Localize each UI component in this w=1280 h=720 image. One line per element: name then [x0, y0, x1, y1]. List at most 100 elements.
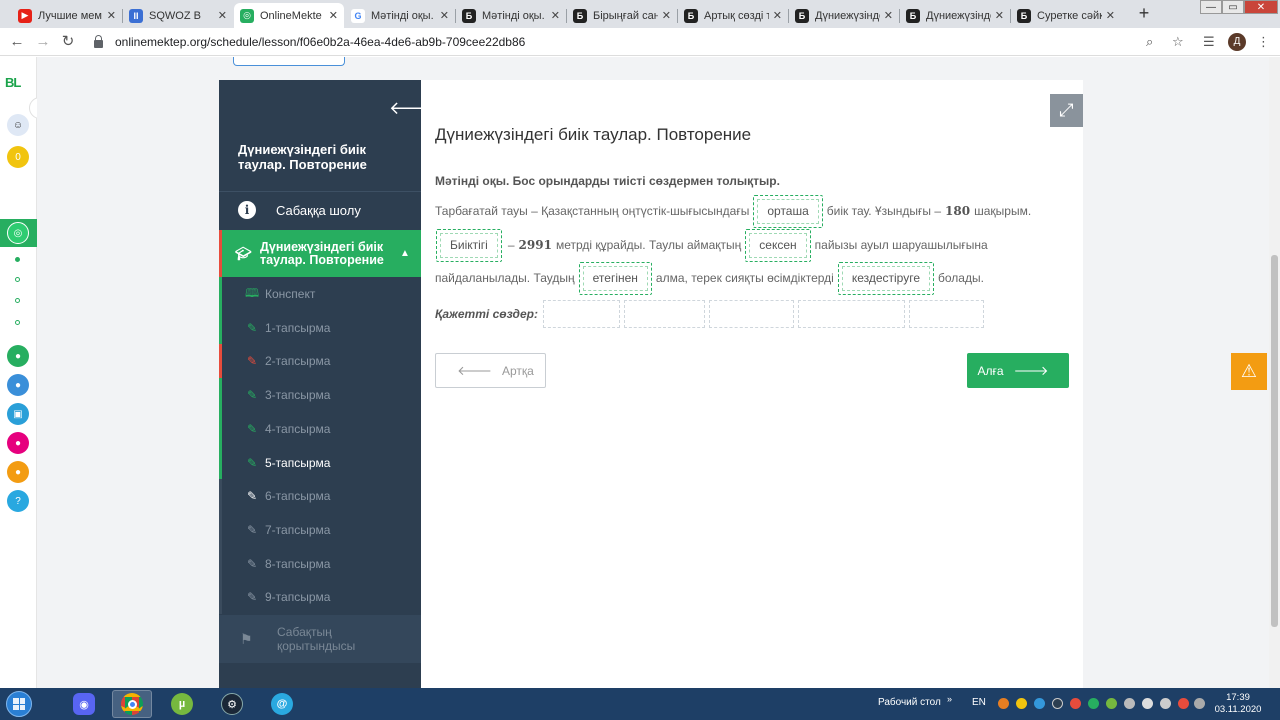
new-tab-button[interactable]: + — [1135, 4, 1153, 22]
rail-dot-4[interactable] — [15, 320, 20, 325]
imagin-icon[interactable]: ● — [7, 461, 29, 483]
tray-app-icon[interactable] — [1034, 698, 1045, 709]
taskbar-app[interactable]: @ — [262, 690, 302, 718]
chevron-up-icon[interactable]: ▲ — [400, 247, 410, 260]
rail-badge[interactable]: 0 — [7, 146, 29, 168]
forward-arrow-icon[interactable]: → — [34, 33, 52, 51]
sidebar-item-task[interactable]: ✎ 2-тапсырма — [219, 344, 421, 379]
network-icon[interactable] — [1142, 698, 1153, 709]
sidebar-item-task[interactable]: ✎ 3-тапсырма — [219, 378, 421, 413]
word-bank-slot[interactable] — [623, 300, 705, 328]
menu-dots-icon[interactable]: ⋮ — [1257, 34, 1270, 50]
sidebar-item-task[interactable]: ✎ 4-тапсырма — [219, 411, 421, 446]
bilimland-icon[interactable]: ◎ — [7, 222, 29, 244]
close-tab-icon[interactable]: ✕ — [107, 9, 116, 22]
browser-tab[interactable]: Б Дүниежүзінде ✕ — [789, 3, 899, 28]
answer-chip[interactable]: орташа — [753, 194, 823, 228]
tray-app-icon[interactable] — [998, 698, 1009, 709]
scrollbar-thumb[interactable] — [1271, 255, 1278, 627]
sidebar-item-task[interactable]: ✎ 1-тапсырма — [219, 310, 421, 345]
volume-icon[interactable] — [1160, 698, 1171, 709]
url-field[interactable]: onlinemektep.org/schedule/lesson/f06e0b2… — [92, 31, 1192, 53]
sidebar-item-task[interactable]: ✎ 8-тапсырма — [219, 546, 421, 581]
back-arrow-icon[interactable]: ← — [8, 33, 26, 51]
browser-tab[interactable]: Б Дүниежүзінде ✕ — [900, 3, 1010, 28]
sidebar-item-lesson[interactable]: 🎓︎ Дүниежүзіндегі биік таулар. Повторени… — [219, 230, 421, 277]
report-warning-icon[interactable]: ⚠ — [1231, 353, 1267, 390]
minimize-button[interactable]: — — [1200, 0, 1222, 14]
close-tab-icon[interactable]: ✕ — [218, 9, 227, 22]
sidebar-item-task[interactable]: ✎ 5-тапсырма — [219, 445, 421, 480]
sidebar-item-label: Конспект — [265, 287, 316, 301]
zoom-icon[interactable]: ⌕ — [1146, 34, 1153, 50]
tray-app-icon[interactable] — [1178, 698, 1189, 709]
tray-app-icon[interactable] — [1052, 698, 1063, 709]
bookmark-star-icon[interactable]: ☆ — [1172, 34, 1184, 50]
twig-icon[interactable]: ● — [7, 432, 29, 454]
tray-app-icon[interactable] — [1194, 698, 1205, 709]
browser-tab[interactable]: Б Суретке сәйк ✕ — [1011, 3, 1121, 28]
word-bank-slot[interactable] — [908, 300, 984, 328]
rail-dot-3[interactable] — [15, 298, 20, 303]
close-window-button[interactable]: ✕ — [1244, 0, 1278, 14]
answer-chip[interactable]: Биіктігі — [436, 228, 502, 262]
maximize-button[interactable]: ▭ — [1222, 0, 1244, 14]
browser-tab[interactable]: ▶ Лучшие мем ✕ — [12, 3, 122, 28]
taskbar-chrome[interactable] — [112, 690, 152, 718]
taskbar-utorrent[interactable]: µ — [162, 690, 202, 718]
bilim-app-icon[interactable]: ● — [7, 345, 29, 367]
close-tab-icon[interactable]: ✕ — [440, 9, 449, 22]
close-tab-icon[interactable]: ✕ — [884, 9, 893, 22]
answer-chip[interactable]: кездестіруге — [837, 261, 935, 295]
sidebar-item-summary[interactable]: ⚑ Сабақтың қорытындысы — [219, 615, 421, 663]
taskbar-discord[interactable]: ◉ — [64, 690, 104, 718]
tray-app-icon[interactable] — [1106, 698, 1117, 709]
page-scrollbar[interactable] — [1269, 57, 1280, 688]
close-tab-icon[interactable]: ✕ — [995, 9, 1004, 22]
word-bank-slot[interactable] — [542, 300, 620, 328]
browser-tab[interactable]: Б Бірыңғай сан ✕ — [567, 3, 677, 28]
word-bank-slot[interactable] — [797, 300, 905, 328]
browser-tab[interactable]: Б Мәтінді оқы. ✕ — [456, 3, 566, 28]
sidebar-item-overview[interactable]: i Сабаққа шолу — [219, 192, 421, 228]
bilim-media-icon[interactable]: ● — [7, 374, 29, 396]
system-clock[interactable]: 17:39 03.11.2020 — [1210, 692, 1266, 716]
close-tab-icon[interactable]: ✕ — [551, 9, 560, 22]
start-button[interactable] — [4, 690, 34, 718]
rail-dot-2[interactable] — [15, 277, 20, 282]
rail-dot-1[interactable] — [15, 257, 20, 262]
profile-avatar[interactable]: Д — [1228, 33, 1246, 51]
chevron-icon[interactable]: » — [947, 694, 952, 704]
reading-list-icon[interactable]: ☰ — [1203, 34, 1215, 50]
back-button[interactable]: 🡐 Артқа — [435, 353, 546, 388]
top-button-edge[interactable] — [233, 57, 345, 66]
answer-chip[interactable]: етегінен — [578, 261, 652, 295]
browser-tab[interactable]: Б Артық сөзді т ✕ — [678, 3, 788, 28]
fullscreen-expand-icon[interactable]: ⤢ — [1050, 94, 1083, 127]
close-tab-icon[interactable]: ✕ — [662, 9, 671, 22]
next-button[interactable]: Алға 🡒 — [967, 353, 1069, 388]
tray-app-icon[interactable] — [1070, 698, 1081, 709]
tray-app-icon[interactable] — [1124, 698, 1135, 709]
taskbar-steam[interactable]: ⚙ — [212, 690, 252, 718]
close-tab-icon[interactable]: ✕ — [329, 9, 338, 22]
language-indicator[interactable]: EN — [972, 697, 986, 708]
close-tab-icon[interactable]: ✕ — [773, 9, 782, 22]
sidebar-item-task[interactable]: ✎ 7-тапсырма — [219, 512, 421, 547]
tray-app-icon[interactable] — [1016, 698, 1027, 709]
tray-app-icon[interactable] — [1088, 698, 1099, 709]
tasks-icon[interactable]: ▣ — [7, 403, 29, 425]
browser-tab[interactable]: ◎ OnlineMekte ✕ — [234, 3, 344, 28]
desktop-label[interactable]: Рабочий стол — [878, 697, 941, 708]
answer-chip[interactable]: сексен — [745, 228, 811, 262]
browser-tab[interactable]: II SQWOZ B ✕ — [123, 3, 233, 28]
word-bank-slot[interactable] — [708, 300, 794, 328]
reload-icon[interactable]: ↻ — [59, 33, 77, 51]
help-icon[interactable]: ? — [7, 490, 29, 512]
sidebar-item-task[interactable]: ✎ 6-тапсырма — [219, 479, 421, 514]
user-avatar-icon[interactable]: ☺ — [7, 114, 29, 136]
sidebar-item-task[interactable]: 🕮 Конспект — [219, 277, 421, 311]
browser-tab[interactable]: G Мәтінді оқы. ✕ — [345, 3, 455, 28]
close-tab-icon[interactable]: ✕ — [1106, 9, 1115, 22]
sidebar-item-task[interactable]: ✎ 9-тапсырма — [219, 580, 421, 615]
